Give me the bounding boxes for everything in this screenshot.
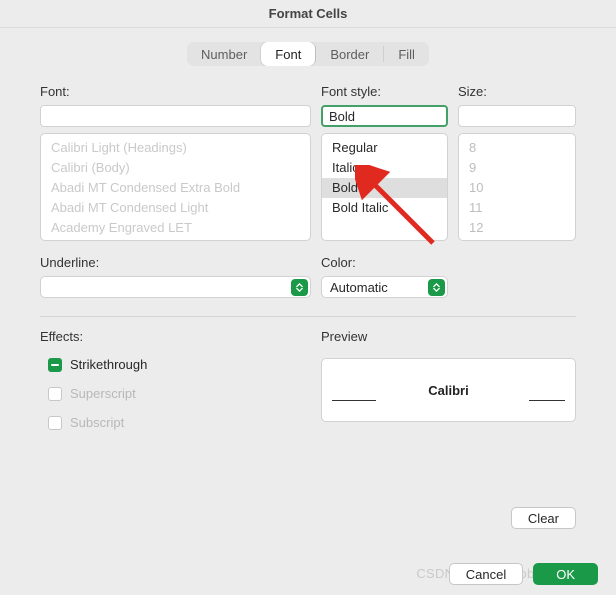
subscript-label: Subscript	[70, 415, 124, 430]
preview-text: Calibri	[428, 383, 468, 398]
font-style-list[interactable]: Regular Italic Bold Bold Italic	[321, 133, 448, 241]
baseline-icon	[529, 400, 565, 401]
subscript-checkbox[interactable]: Subscript	[48, 415, 311, 430]
clear-button[interactable]: Clear	[511, 507, 576, 529]
list-item[interactable]: Al Bayan	[41, 238, 310, 241]
list-item[interactable]: Abadi MT Condensed Extra Bold	[41, 178, 310, 198]
tab-fill[interactable]: Fill	[384, 42, 429, 66]
strikethrough-checkbox[interactable]: Strikethrough	[48, 357, 311, 372]
superscript-label: Superscript	[70, 386, 136, 401]
size-label: Size:	[458, 84, 576, 99]
superscript-checkbox[interactable]: Superscript	[48, 386, 311, 401]
list-item[interactable]: 8	[459, 138, 575, 158]
chevron-updown-icon	[291, 279, 308, 296]
effects-label: Effects:	[40, 329, 311, 344]
font-list[interactable]: Calibri Light (Headings) Calibri (Body) …	[40, 133, 311, 241]
chevron-updown-icon	[428, 279, 445, 296]
preview-box: Calibri	[321, 358, 576, 422]
divider	[40, 316, 576, 317]
strikethrough-label: Strikethrough	[70, 357, 147, 372]
list-item[interactable]: Abadi MT Condensed Light	[41, 198, 310, 218]
baseline-icon	[332, 400, 376, 401]
footer-buttons: Cancel OK	[449, 563, 598, 585]
list-item[interactable]: 11	[459, 198, 575, 218]
color-select[interactable]: Automatic	[321, 276, 448, 298]
color-value: Automatic	[330, 280, 388, 295]
list-item-selected[interactable]: Bold	[322, 178, 447, 198]
list-item[interactable]: 12	[459, 218, 575, 238]
list-item[interactable]: Italic	[322, 158, 447, 178]
underline-select[interactable]	[40, 276, 311, 298]
list-item[interactable]: Regular	[322, 138, 447, 158]
underline-label: Underline:	[40, 255, 311, 270]
list-item[interactable]: 9	[459, 158, 575, 178]
font-style-input[interactable]: Bold	[321, 105, 448, 127]
cancel-button[interactable]: Cancel	[449, 563, 523, 585]
list-item[interactable]: Bold Italic	[322, 198, 447, 218]
list-item[interactable]: 10	[459, 178, 575, 198]
color-label: Color:	[321, 255, 448, 270]
font-style-label: Font style:	[321, 84, 448, 99]
font-input[interactable]	[40, 105, 311, 127]
checkbox-icon	[48, 416, 62, 430]
tab-bar: Number Font Border Fill	[40, 42, 576, 66]
dialog-content: Number Font Border Fill Font: Calibri Li…	[0, 28, 616, 449]
tab-font[interactable]: Font	[261, 42, 315, 66]
tab-number[interactable]: Number	[187, 42, 261, 66]
size-list[interactable]: 8 9 10 11 12 14	[458, 133, 576, 241]
font-label: Font:	[40, 84, 311, 99]
size-input[interactable]	[458, 105, 576, 127]
list-item[interactable]: Calibri Light (Headings)	[41, 138, 310, 158]
tab-border[interactable]: Border	[316, 42, 383, 66]
list-item[interactable]: 14	[459, 238, 575, 241]
preview-label: Preview	[321, 329, 576, 344]
checkbox-indeterminate-icon	[48, 358, 62, 372]
checkbox-icon	[48, 387, 62, 401]
ok-button[interactable]: OK	[533, 563, 598, 585]
window-title: Format Cells	[0, 0, 616, 28]
list-item[interactable]: Calibri (Body)	[41, 158, 310, 178]
list-item[interactable]: Academy Engraved LET	[41, 218, 310, 238]
